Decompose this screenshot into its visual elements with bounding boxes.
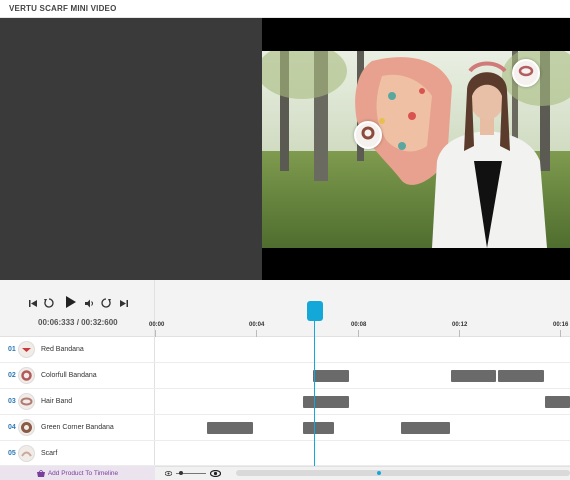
scroll-position-marker[interactable]: [377, 471, 381, 475]
volume-icon: [85, 299, 93, 307]
timeline-scrollbar[interactable]: [236, 470, 570, 476]
skip-end-icon: [119, 299, 128, 307]
track-row[interactable]: 02 Colorfull Bandana: [0, 363, 570, 389]
timeline-clip[interactable]: [313, 370, 349, 382]
ruler-tick-label: 00:04: [249, 322, 265, 328]
repeat-icon: [101, 298, 111, 308]
product-hotspot-hair-band[interactable]: [354, 121, 382, 149]
track-label: Hair Band: [41, 398, 73, 405]
track-number: 02: [8, 372, 16, 379]
ruler-tick: [155, 330, 156, 337]
track-label: Red Bandana: [41, 346, 84, 353]
track-label: Colorfull Bandana: [41, 372, 97, 379]
product-thumbnail: [18, 445, 35, 462]
track-number: 05: [8, 450, 16, 457]
timeline-ruler[interactable]: [155, 280, 570, 337]
video-preview[interactable]: [262, 51, 570, 248]
add-product-label: Add Product To Timeline: [47, 469, 119, 477]
app-header: VERTU SCARF MINI VIDEO: [0, 0, 570, 18]
ruler-tick: [560, 330, 561, 337]
playhead-line: [314, 320, 315, 466]
rewind-icon: [44, 298, 54, 308]
time-display: 00:06:333 / 00:32:600: [38, 318, 118, 327]
product-thumbnail: [18, 341, 35, 358]
skip-to-start-button[interactable]: [26, 296, 40, 310]
ruler-tick-label: 00:12: [452, 322, 468, 328]
zoom-slider[interactable]: [176, 470, 206, 475]
track-row[interactable]: 05 Scarf: [0, 441, 570, 466]
scarf-ring-icon: [360, 125, 376, 146]
time-current: 00:06:333: [38, 318, 75, 327]
track-row[interactable]: 04 Green Corner Bandana: [0, 415, 570, 441]
product-thumbnail: [18, 419, 35, 436]
repeat-button[interactable]: [99, 296, 113, 310]
preview-left-panel: [0, 18, 262, 280]
bandana-ring-icon: [518, 63, 534, 84]
timeline-clip[interactable]: [401, 422, 450, 434]
time-total: 00:32:600: [81, 318, 118, 327]
playhead-handle[interactable]: [307, 301, 323, 321]
timeline-clip[interactable]: [303, 422, 334, 434]
add-product-button[interactable]: Add Product To Timeline: [0, 466, 155, 480]
rewind-button[interactable]: [42, 296, 56, 310]
timeline-clip[interactable]: [451, 370, 496, 382]
product-hotspot-colorfull-bandana[interactable]: [512, 59, 540, 87]
ruler-tick: [459, 330, 460, 337]
ruler-tick-label: 00:08: [351, 322, 367, 328]
volume-button[interactable]: [83, 296, 97, 310]
timeline-clip[interactable]: [207, 422, 253, 434]
skip-to-end-button[interactable]: [116, 296, 130, 310]
play-icon: [66, 296, 76, 308]
track-label: Green Corner Bandana: [41, 424, 114, 431]
basket-icon: [36, 469, 45, 477]
eye-large-icon: [210, 469, 221, 477]
track-number: 04: [8, 424, 16, 431]
track-row[interactable]: 03 Hair Band: [0, 389, 570, 415]
track-label: Scarf: [41, 450, 58, 457]
timeline-clip[interactable]: [545, 396, 570, 408]
timeline-clip[interactable]: [303, 396, 349, 408]
video-title: VERTU SCARF MINI VIDEO: [9, 4, 117, 13]
product-thumbnail: [18, 367, 35, 384]
skip-start-icon: [28, 299, 37, 307]
product-thumbnail: [18, 393, 35, 410]
play-button[interactable]: [63, 294, 79, 310]
zoom-slider-knob[interactable]: [179, 470, 183, 475]
zoom-control[interactable]: [165, 469, 221, 477]
track-row[interactable]: 01 Red Bandana: [0, 337, 570, 363]
timeline-clip[interactable]: [498, 370, 544, 382]
track-number: 03: [8, 398, 16, 405]
eye-small-icon: [165, 470, 172, 476]
ruler-tick: [358, 330, 359, 337]
ruler-tick: [256, 330, 257, 337]
ruler-tick-label: 00:16: [553, 322, 569, 328]
track-number: 01: [8, 346, 16, 353]
ruler-tick-label: 00:00: [149, 322, 165, 328]
